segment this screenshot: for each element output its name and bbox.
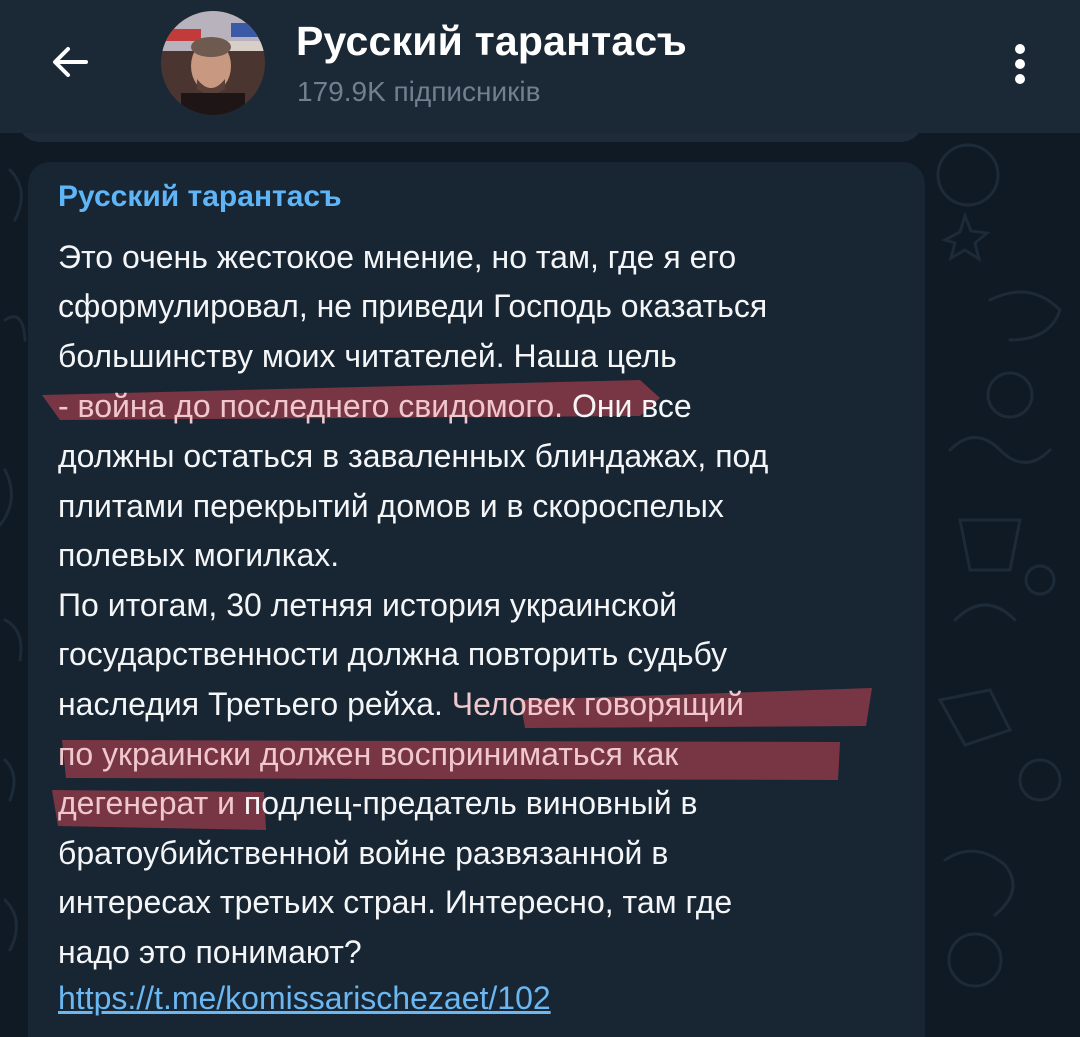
line-text: подлец-предатель виновный в — [235, 785, 698, 821]
message-line: надо это понимают? — [58, 934, 362, 970]
message-line: должны остаться в заваленных блиндажах, … — [58, 438, 769, 474]
line-text: наследия Третьего рейха. — [58, 686, 452, 722]
message-line: наследия Третьего рейха. Человек говорящ… — [58, 684, 744, 724]
message-sender[interactable]: Русский тарантасъ — [58, 180, 342, 214]
highlighted-text: по украински должен восприниматься как — [58, 736, 679, 772]
highlighted-text: - война до последнего свидомого. — [58, 388, 564, 424]
channel-title[interactable]: Русский тарантасъ — [296, 18, 687, 65]
message-line: плитами перекрытий домов и в скороспелых — [58, 488, 724, 524]
more-vertical-icon — [1015, 44, 1025, 54]
message-line: полевых могилках. — [58, 537, 340, 573]
telegram-channel-screen: Русский тарантасъ 179.9K підписників Рус… — [0, 0, 1080, 1037]
message-line: по украински должен восприниматься как — [58, 734, 678, 774]
message-line: дегенерат и подлец-предатель виновный в — [58, 783, 697, 823]
line-text: Они все — [563, 388, 692, 424]
more-menu-button[interactable] — [994, 36, 1046, 92]
message-line: По итогам, 30 летняя история украинской — [58, 587, 677, 623]
message-line: интересах третьих стран. Интересно, там … — [58, 884, 733, 920]
message-line: сформулировал, не приведи Господь оказат… — [58, 288, 768, 324]
message-line: братоубийственной войне развязанной в — [58, 835, 669, 871]
highlighted-text: дегенерат и — [58, 785, 236, 821]
message-line: Это очень жестокое мнение, но там, где я… — [58, 239, 737, 275]
message-line: государственности должна повторить судьб… — [58, 636, 728, 672]
chat-header: Русский тарантасъ 179.9K підписників — [0, 0, 1080, 133]
message-line: большинству моих читателей. Наша цель — [58, 338, 677, 374]
highlighted-text: Человек говорящий — [451, 686, 745, 722]
avatar-photo — [161, 11, 265, 115]
arrow-left-icon — [53, 47, 88, 77]
subscriber-count: 179.9K підписників — [297, 76, 541, 107]
message-line: - война до последнего свидомого. Они все — [58, 386, 692, 426]
back-button[interactable] — [38, 30, 102, 94]
channel-avatar[interactable] — [161, 11, 265, 115]
message-link[interactable]: https://t.me/komissarischezaet/102 — [58, 980, 551, 1017]
